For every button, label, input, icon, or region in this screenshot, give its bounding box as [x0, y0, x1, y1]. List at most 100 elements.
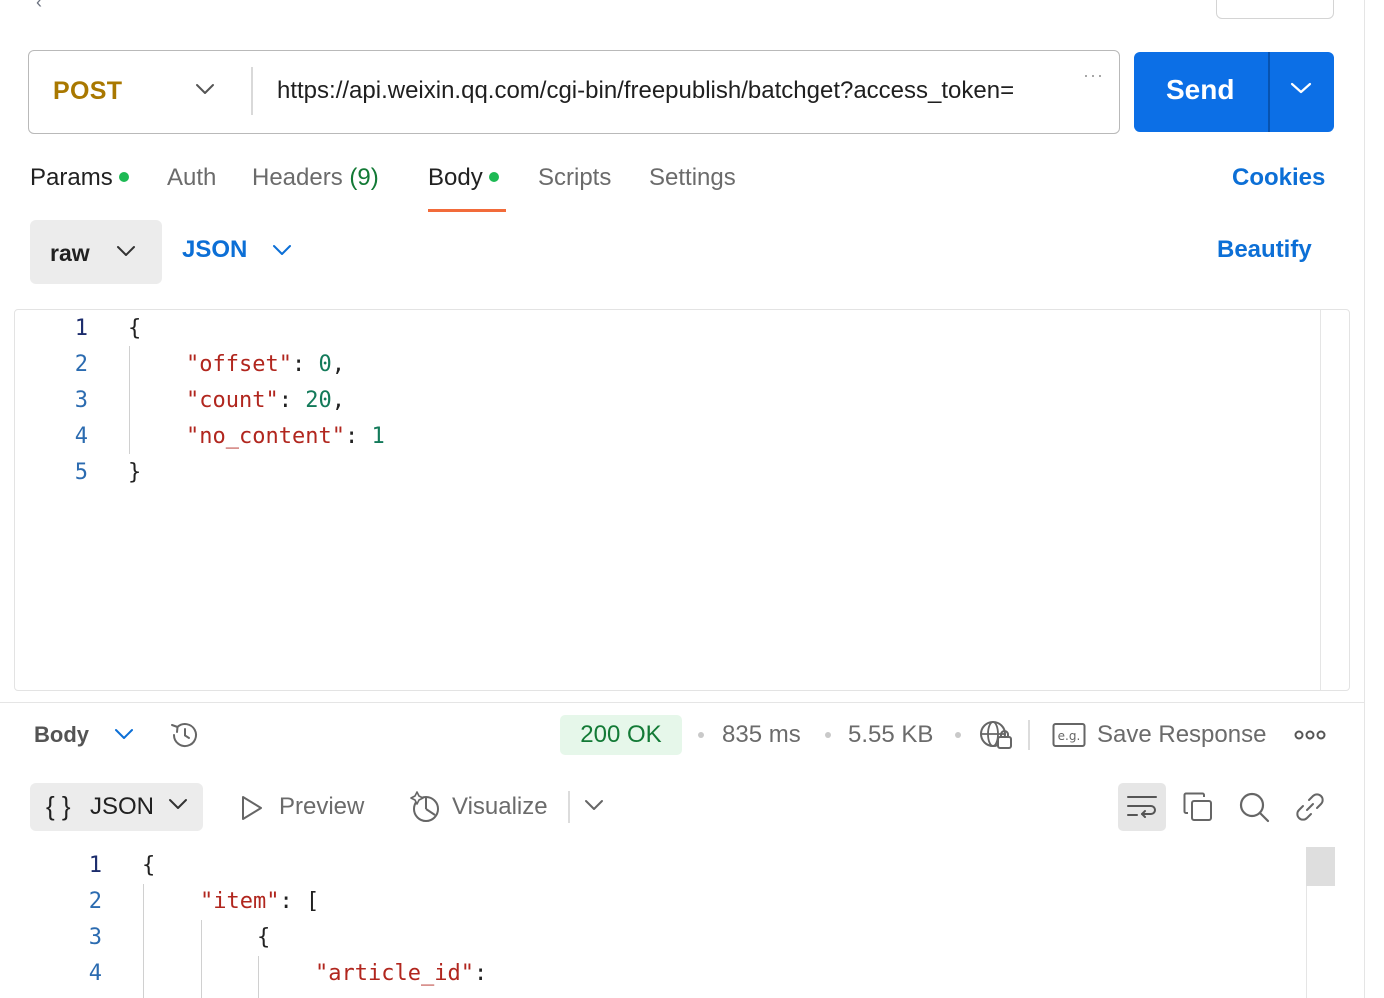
- line-number: 4: [88, 961, 102, 986]
- response-time[interactable]: 835 ms: [722, 721, 801, 749]
- tab-settings[interactable]: Settings: [649, 164, 736, 192]
- code-line: {: [128, 316, 142, 341]
- toolbar-separator: [568, 791, 570, 823]
- url-divider: [251, 67, 253, 115]
- url-input[interactable]: https://api.weixin.qq.com/cgi-bin/freepu…: [277, 77, 1081, 105]
- json-key: "article_id": [315, 961, 474, 986]
- tab-body-label: Body: [428, 164, 483, 191]
- code-line: "count": 20,: [186, 388, 345, 413]
- history-icon[interactable]: [168, 718, 202, 752]
- right-pane-border: [1364, 0, 1365, 998]
- request-url-bar: POST https://api.weixin.qq.com/cgi-bin/f…: [28, 50, 1120, 134]
- json-value: 20: [305, 388, 332, 413]
- indent-guide: [258, 956, 259, 998]
- visualize-icon[interactable]: [410, 791, 442, 823]
- code-line: }: [128, 460, 142, 485]
- chevron-down-icon[interactable]: [114, 727, 134, 741]
- body-language-select[interactable]: JSON: [182, 236, 247, 264]
- line-number: 2: [74, 352, 88, 377]
- indent-guide: [143, 884, 144, 998]
- status-badge[interactable]: 200 OK: [560, 715, 682, 755]
- more-options-icon[interactable]: [1294, 726, 1326, 744]
- tab-scripts[interactable]: Scripts: [538, 164, 611, 192]
- beautify-button[interactable]: Beautify: [1217, 236, 1312, 264]
- tab-auth[interactable]: Auth: [167, 164, 216, 192]
- code-line: "offset": 0,: [186, 352, 345, 377]
- code-line: "item": [: [200, 889, 319, 914]
- tab-params[interactable]: Params: [30, 164, 129, 192]
- toolbar-separator: [1028, 720, 1030, 750]
- tab-headers[interactable]: Headers (9): [252, 164, 379, 192]
- code-line: {: [142, 853, 156, 878]
- chevron-down-icon[interactable]: [584, 798, 604, 812]
- json-value: 1: [371, 424, 385, 449]
- json-comma: ,: [331, 388, 345, 413]
- indent-guide: [201, 920, 202, 998]
- line-number: 1: [74, 316, 88, 341]
- search-icon[interactable]: [1238, 791, 1270, 823]
- send-divider: [1268, 52, 1270, 132]
- json-key: "count": [186, 388, 279, 413]
- json-punct: : [: [279, 889, 320, 914]
- chevron-down-icon[interactable]: [272, 243, 292, 257]
- active-tab-underline: [428, 209, 506, 212]
- response-section-select[interactable]: Body: [34, 722, 89, 748]
- back-icon[interactable]: ‹: [36, 0, 42, 13]
- line-number: 3: [74, 388, 88, 413]
- params-indicator-dot: [118, 171, 129, 182]
- example-icon[interactable]: e.g.: [1052, 721, 1086, 749]
- separator-dot: [955, 732, 961, 738]
- response-size[interactable]: 5.55 KB: [848, 721, 933, 749]
- separator-dot: [825, 732, 831, 738]
- send-button-label: Send: [1166, 74, 1235, 105]
- tab-params-label: Params: [30, 164, 113, 191]
- body-mode-select[interactable]: raw: [30, 220, 162, 284]
- copy-icon[interactable]: [1183, 792, 1213, 822]
- code-line: {: [257, 925, 271, 950]
- response-format-label: JSON: [90, 793, 155, 820]
- preview-button[interactable]: Preview: [279, 793, 364, 821]
- tab-headers-label: Headers: [252, 164, 343, 191]
- ellipsis-icon[interactable]: ···: [1083, 65, 1104, 86]
- save-response-button[interactable]: Save Response: [1097, 721, 1266, 749]
- globe-lock-icon[interactable]: [978, 719, 1014, 751]
- method-select[interactable]: POST: [53, 77, 122, 106]
- headers-count: (9): [349, 164, 379, 191]
- chevron-down-icon: [116, 244, 136, 258]
- wrap-lines-icon: [1127, 793, 1157, 821]
- cookies-link[interactable]: Cookies: [1232, 164, 1325, 192]
- svg-text:e.g.: e.g.: [1058, 729, 1081, 743]
- visualize-button[interactable]: Visualize: [452, 793, 548, 821]
- link-icon[interactable]: [1294, 791, 1326, 823]
- pane-divider[interactable]: [0, 702, 1364, 703]
- chevron-down-icon: [168, 797, 188, 811]
- chevron-down-icon[interactable]: [1290, 81, 1312, 95]
- response-scrollbar-thumb[interactable]: [1306, 847, 1335, 886]
- indent-guide: [129, 346, 130, 454]
- line-number: 5: [74, 460, 88, 485]
- editor-scrollbar-track[interactable]: [1320, 310, 1321, 690]
- play-icon[interactable]: [240, 795, 264, 821]
- top-right-button[interactable]: [1216, 0, 1334, 19]
- json-punct: :: [473, 961, 488, 986]
- send-button[interactable]: Send: [1134, 52, 1334, 132]
- chevron-down-icon[interactable]: [195, 82, 215, 96]
- line-number: 3: [88, 925, 102, 950]
- word-wrap-toggle[interactable]: [1118, 783, 1166, 831]
- json-key: "no_content": [186, 424, 345, 449]
- response-format-select[interactable]: { } JSON: [30, 783, 203, 831]
- line-number: 1: [88, 853, 102, 878]
- json-value: 0: [318, 352, 332, 377]
- json-comma: ,: [331, 352, 345, 377]
- code-line: "article_id":: [315, 961, 487, 986]
- line-number: 4: [74, 424, 88, 449]
- json-key: "item": [200, 889, 280, 914]
- body-mode-label: raw: [50, 240, 90, 266]
- separator-dot: [698, 732, 704, 738]
- code-line: "no_content": 1: [186, 424, 385, 449]
- braces-icon: { }: [46, 791, 71, 821]
- tab-body[interactable]: Body: [428, 164, 499, 192]
- json-key: "offset": [186, 352, 292, 377]
- body-indicator-dot: [488, 171, 499, 182]
- line-number: 2: [88, 889, 102, 914]
